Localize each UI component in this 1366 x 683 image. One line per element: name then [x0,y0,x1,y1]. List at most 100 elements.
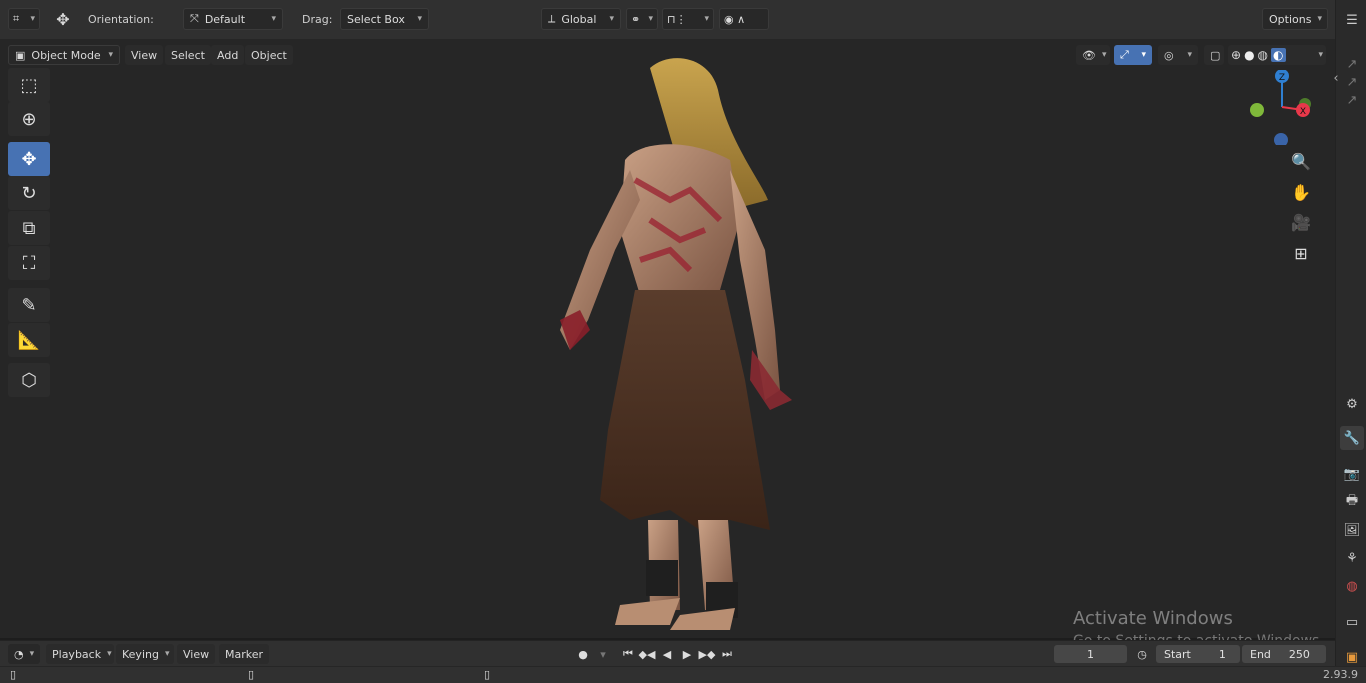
camera-icon[interactable]: 🎥 [1287,208,1315,236]
menu-timeline-view[interactable]: View [177,644,216,664]
snap-icon: ⊓⋮ [667,12,687,26]
orientation-icon: ⤧ [190,12,199,25]
status-bar: ▯ ▯ ▯ 2.93.9 [0,666,1366,683]
gizmo-toggle[interactable]: ⤢ ▾ [1114,45,1152,65]
tool-header: ⌗ ▾ ✥ Orientation: ⤧ Default ▾ Drag: Selec… [0,0,1335,40]
pivot-icon: ⚭ [631,12,641,26]
shading-buttons: ⊕ ● ◍ ◐ ▾ [1228,45,1326,65]
outliner-icon[interactable]: ☰ [1340,8,1364,32]
end-frame-field[interactable]: End 250 [1242,645,1326,663]
transform-orientation-dropdown[interactable]: ⟂ Global ▾ [541,8,621,30]
3d-viewport[interactable]: ▣ Object Mode ▾ View Select Add Object 👁 ▾… [0,40,1335,638]
measure-icon[interactable]: 📐 [8,323,50,357]
view-layer-icon[interactable]: 🖼 [1340,518,1364,542]
preview-range-icon[interactable]: ◷ [1132,645,1152,663]
mouse-left-icon: ▯ [10,668,17,681]
gizmo-y-axis[interactable] [1250,103,1264,117]
skirt [600,290,770,530]
shading-options-icon[interactable]: ▾ [1312,50,1323,60]
scene-properties-icon[interactable]: ⚘ [1340,546,1364,570]
axes-icon: ⟂ [548,12,556,25]
menu-keying[interactable]: Keying ▾ [116,644,174,664]
visibility-dropdown[interactable]: 👁 ▾ [1076,45,1110,65]
bone3-icon[interactable]: ↗ [1340,88,1364,112]
editor-type-button[interactable]: ⌗ ▾ [8,8,40,30]
mode-dropdown[interactable]: ▣ Object Mode ▾ [8,45,120,65]
start-label: Start [1164,647,1191,661]
properties-icon[interactable]: ⚙ [1340,392,1364,416]
gizmo-z-label: Z [1279,73,1285,83]
current-frame-field[interactable]: 1 [1054,645,1127,663]
menu-playback-label: Playback [52,647,102,661]
collapse-icon[interactable]: ‹ [1324,66,1348,90]
timeline-editor-button[interactable]: ◔ ▾ [8,644,40,664]
move-icon[interactable]: ✥ [8,142,50,176]
editor-type-icon: ⌗ [13,12,20,25]
next-keyframe-icon[interactable]: ▶◆ [697,645,717,663]
jump-start-icon[interactable]: ⏮ [618,645,638,663]
timeline-header: ◔ ▾ Playback ▾ Keying ▾ View Marker ● ▾ ⏮ ◆… [0,640,1335,666]
collection-icon[interactable]: ▭ [1340,610,1364,634]
hand-icon[interactable]: ✋ [1287,178,1315,206]
scale-icon[interactable]: ⧉ [8,211,50,245]
render-properties-icon[interactable]: 📷 [1340,462,1364,486]
blender-window: ⌗ ▾ ✥ Orientation: ⤧ Default ▾ Drag: Selec… [0,0,1366,683]
torso [620,144,740,295]
left-foot [615,598,680,625]
end-value: 250 [1288,647,1310,661]
character-model[interactable] [530,50,820,630]
select-box-icon[interactable]: ⬚ [8,68,50,102]
options-dropdown[interactable]: Options ▾ [1262,8,1328,30]
play-icon[interactable]: ▶ [677,645,697,663]
right-foot [670,608,735,630]
menu-view[interactable]: View [125,45,164,65]
snap-dropdown[interactable]: ⊓⋮ ▾ [662,8,714,30]
proportional-edit-dropdown[interactable]: ◉ ∧ [719,8,769,30]
wireframe-shading-icon[interactable]: ⊕ [1231,48,1241,62]
output-properties-icon[interactable]: 🖶 [1340,490,1364,514]
start-frame-field[interactable]: Start 1 [1156,645,1240,663]
drag-value: Select Box [347,12,405,26]
gizmo-neg-z-axis[interactable] [1274,133,1288,147]
object-properties-icon[interactable]: ▣ [1340,645,1364,669]
transform-orientation-value: Global [561,12,597,26]
navigation-gizmo[interactable]: Z X [1245,69,1320,147]
xray-toggle[interactable]: ▢ [1204,45,1224,65]
version-label: 2.93.9 [1323,668,1358,681]
start-value: 1 [1218,647,1226,661]
drag-dropdown[interactable]: Select Box ▾ [340,8,429,30]
grid-icon[interactable]: ⊞ [1287,239,1315,267]
options-label: Options [1269,12,1312,26]
xray-icon: ▢ [1210,48,1221,62]
orientation-value: Default [204,12,246,26]
world-properties-icon[interactable]: ◍ [1340,574,1364,598]
menu-object[interactable]: Object [245,45,293,65]
menu-playback[interactable]: Playback ▾ [46,644,114,664]
tool-properties-icon[interactable]: 🔧 [1340,426,1364,450]
record-icon[interactable]: ● [573,645,593,663]
transform-tool-icon[interactable]: ⛶ [8,246,50,280]
solid-shading-icon[interactable]: ● [1244,48,1254,62]
transform-icon[interactable]: ✥ [50,8,76,30]
mouse-right-icon: ▯ [484,668,491,681]
menu-keying-label: Keying [122,647,159,661]
rotate-icon[interactable]: ↻ [8,176,50,210]
annotate-icon[interactable]: ✎ [8,288,50,322]
add-cube-icon[interactable]: ⬡ [8,363,50,397]
orientation-label: Orientation: [88,12,154,26]
overlays-toggle[interactable]: ◎ ▾ [1158,45,1198,65]
orientation-dropdown[interactable]: ⤧ Default ▾ [183,8,283,30]
record-options-icon[interactable]: ▾ [593,645,613,663]
zoom-icon[interactable]: 🔍 [1287,147,1315,175]
prev-keyframe-icon[interactable]: ◆◀ [637,645,657,663]
menu-select[interactable]: Select [165,45,211,65]
menu-add[interactable]: Add [211,45,245,65]
pivot-dropdown[interactable]: ⚭ ▾ [626,8,658,30]
play-reverse-icon[interactable]: ◀ [657,645,677,663]
menu-marker[interactable]: Marker [219,644,270,664]
rendered-shading-icon[interactable]: ◐ [1271,48,1286,62]
material-shading-icon[interactable]: ◍ [1258,48,1268,62]
jump-end-icon[interactable]: ⏭ [717,645,737,663]
cursor-icon[interactable]: ⊕ [8,102,50,136]
left-ankle-band [646,560,678,596]
